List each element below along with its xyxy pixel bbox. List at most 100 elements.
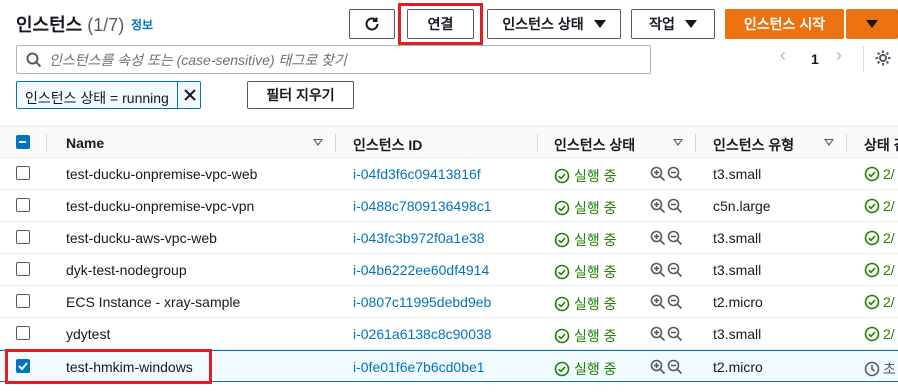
table-row[interactable]: test-ducku-aws-vpc-web i-043fc3b972f0a1e3… bbox=[0, 222, 898, 254]
row-checkbox[interactable] bbox=[16, 294, 30, 308]
clear-filters-button[interactable]: 필터 지우기 bbox=[247, 81, 354, 109]
sort-icon[interactable] bbox=[673, 139, 683, 146]
instance-id-link[interactable]: i-0488c7809136498c1 bbox=[353, 198, 492, 214]
gear-icon[interactable] bbox=[874, 49, 892, 67]
column-header-name[interactable]: Name bbox=[66, 135, 104, 151]
row-checkbox[interactable] bbox=[16, 166, 30, 180]
instance-name: ydytest bbox=[66, 326, 111, 342]
zoom-in-icon[interactable] bbox=[650, 359, 666, 375]
column-header-instance-type[interactable]: 인스턴스 유형 bbox=[713, 135, 794, 155]
connect-button[interactable]: 연결 bbox=[407, 9, 474, 39]
instance-state-label: 실행 중 bbox=[574, 361, 617, 377]
status-check-label: 2/ bbox=[883, 230, 895, 246]
sort-icon[interactable] bbox=[313, 139, 323, 146]
column-header-status-check[interactable]: 상태 검 bbox=[864, 135, 898, 155]
refresh-button[interactable] bbox=[349, 9, 395, 39]
zoom-in-icon[interactable] bbox=[650, 198, 666, 214]
zoom-out-icon[interactable] bbox=[667, 359, 683, 375]
instance-state: 실행 중 bbox=[554, 198, 617, 218]
row-checkbox[interactable] bbox=[16, 326, 30, 340]
column-header-instance-state[interactable]: 인스턴스 상태 bbox=[554, 135, 635, 155]
check-circle-icon bbox=[864, 230, 880, 246]
page-title: 인스턴스 (1/7) bbox=[16, 11, 124, 37]
row-checkbox[interactable] bbox=[16, 198, 30, 212]
select-all-checkbox[interactable] bbox=[16, 135, 30, 149]
instance-id-link[interactable]: i-0807c11995debd9eb bbox=[353, 294, 491, 310]
search-box[interactable] bbox=[16, 45, 651, 74]
instance-id-link[interactable]: i-0fe01f6e7b6cd0be1 bbox=[353, 359, 485, 375]
instance-state-button[interactable]: 인스턴스 상태 bbox=[487, 9, 621, 39]
table-row[interactable]: dyk-test-nodegroup i-04b6222ee60df4914 실행 … bbox=[0, 254, 898, 286]
next-page-button[interactable]: › bbox=[836, 45, 842, 66]
instance-name: test-ducku-onpremise-vpc-vpn bbox=[66, 198, 255, 214]
page-number[interactable]: 1 bbox=[811, 51, 819, 67]
instance-state-label: 실행 중 bbox=[574, 264, 617, 280]
column-separator bbox=[46, 134, 47, 152]
table-row[interactable]: test-ducku-onpremise-vpc-vpn i-0488c78091… bbox=[0, 190, 898, 222]
clock-icon bbox=[864, 361, 880, 377]
zoom-out-icon[interactable] bbox=[667, 166, 683, 182]
column-separator bbox=[695, 134, 696, 152]
status-check-label: 2/ bbox=[883, 262, 895, 278]
check-circle-icon bbox=[864, 326, 880, 342]
status-check: 2/ bbox=[864, 230, 895, 246]
state-filter-controls bbox=[650, 166, 684, 182]
state-filter-controls bbox=[650, 294, 684, 310]
table-row[interactable]: ECS Instance - xray-sample i-0807c11995de… bbox=[0, 286, 898, 318]
table-row[interactable]: test-hmkim-windows i-0fe01f6e7b6cd0be1 실행 … bbox=[0, 350, 898, 382]
remove-filter-button[interactable] bbox=[177, 82, 201, 108]
zoom-out-icon[interactable] bbox=[667, 294, 683, 310]
instance-state-label: 실행 중 bbox=[574, 200, 617, 216]
clear-filters-label: 필터 지우기 bbox=[266, 87, 335, 103]
column-separator bbox=[537, 134, 538, 152]
zoom-in-icon[interactable] bbox=[650, 262, 666, 278]
zoom-in-icon[interactable] bbox=[650, 230, 666, 246]
launch-dropdown-button[interactable] bbox=[846, 9, 898, 39]
zoom-out-icon[interactable] bbox=[667, 262, 683, 278]
running-check-icon bbox=[554, 232, 570, 248]
caret-down-icon bbox=[866, 20, 878, 28]
instance-state: 실행 중 bbox=[554, 166, 617, 186]
search-input[interactable] bbox=[49, 50, 639, 70]
checkmark-icon bbox=[18, 362, 28, 371]
zoom-in-icon[interactable] bbox=[650, 166, 666, 182]
table-row[interactable]: test-ducku-onpremise-vpc-web i-04fd3f6c09… bbox=[0, 158, 898, 190]
status-check: 2/ bbox=[864, 166, 895, 182]
launch-instances-button-label: 인스턴스 시작 bbox=[743, 16, 826, 32]
zoom-out-icon[interactable] bbox=[667, 198, 683, 214]
instance-type: t2.micro bbox=[713, 294, 763, 310]
instance-state: 실행 중 bbox=[554, 262, 617, 282]
instance-state: 실행 중 bbox=[554, 359, 617, 379]
filter-token: 인스턴스 상태 = running bbox=[16, 81, 201, 109]
instance-id-link[interactable]: i-04fd3f6c09413816f bbox=[353, 166, 481, 182]
instance-type: t3.small bbox=[713, 166, 762, 182]
instance-id-link[interactable]: i-043fc3b972f0a1e38 bbox=[353, 230, 485, 246]
table-row[interactable]: ydytest i-0261a6138c8c90038 실행 중 t3.small 2/ bbox=[0, 318, 898, 350]
launch-instances-button[interactable]: 인스턴스 시작 bbox=[725, 9, 844, 39]
row-checkbox[interactable] bbox=[16, 230, 30, 244]
zoom-out-icon[interactable] bbox=[667, 230, 683, 246]
page-title-text: 인스턴스 bbox=[16, 15, 83, 35]
instance-id-link[interactable]: i-0261a6138c8c90038 bbox=[353, 326, 492, 342]
status-check: 2/ bbox=[864, 198, 895, 214]
row-checkbox[interactable] bbox=[16, 262, 30, 276]
zoom-in-icon[interactable] bbox=[650, 294, 666, 310]
info-link[interactable]: 정보 bbox=[131, 16, 153, 33]
zoom-out-icon[interactable] bbox=[667, 326, 683, 342]
state-filter-controls bbox=[650, 262, 684, 278]
close-icon bbox=[183, 89, 196, 101]
caret-down-icon bbox=[684, 20, 697, 28]
instance-name: dyk-test-nodegroup bbox=[66, 262, 187, 278]
running-check-icon bbox=[554, 200, 570, 216]
instance-state-button-label: 인스턴스 상태 bbox=[502, 16, 584, 32]
instance-name: test-hmkim-windows bbox=[66, 359, 193, 375]
actions-button[interactable]: 작업 bbox=[631, 9, 715, 39]
state-filter-controls bbox=[650, 198, 684, 214]
zoom-in-icon[interactable] bbox=[650, 326, 666, 342]
row-checkbox[interactable] bbox=[16, 359, 30, 373]
prev-page-button[interactable]: ‹ bbox=[780, 45, 786, 66]
sort-icon[interactable] bbox=[824, 139, 834, 146]
column-header-instance-id[interactable]: 인스턴스 ID bbox=[353, 135, 422, 155]
instance-id-link[interactable]: i-04b6222ee60df4914 bbox=[353, 262, 489, 278]
status-check-label: 2/ bbox=[883, 326, 895, 342]
